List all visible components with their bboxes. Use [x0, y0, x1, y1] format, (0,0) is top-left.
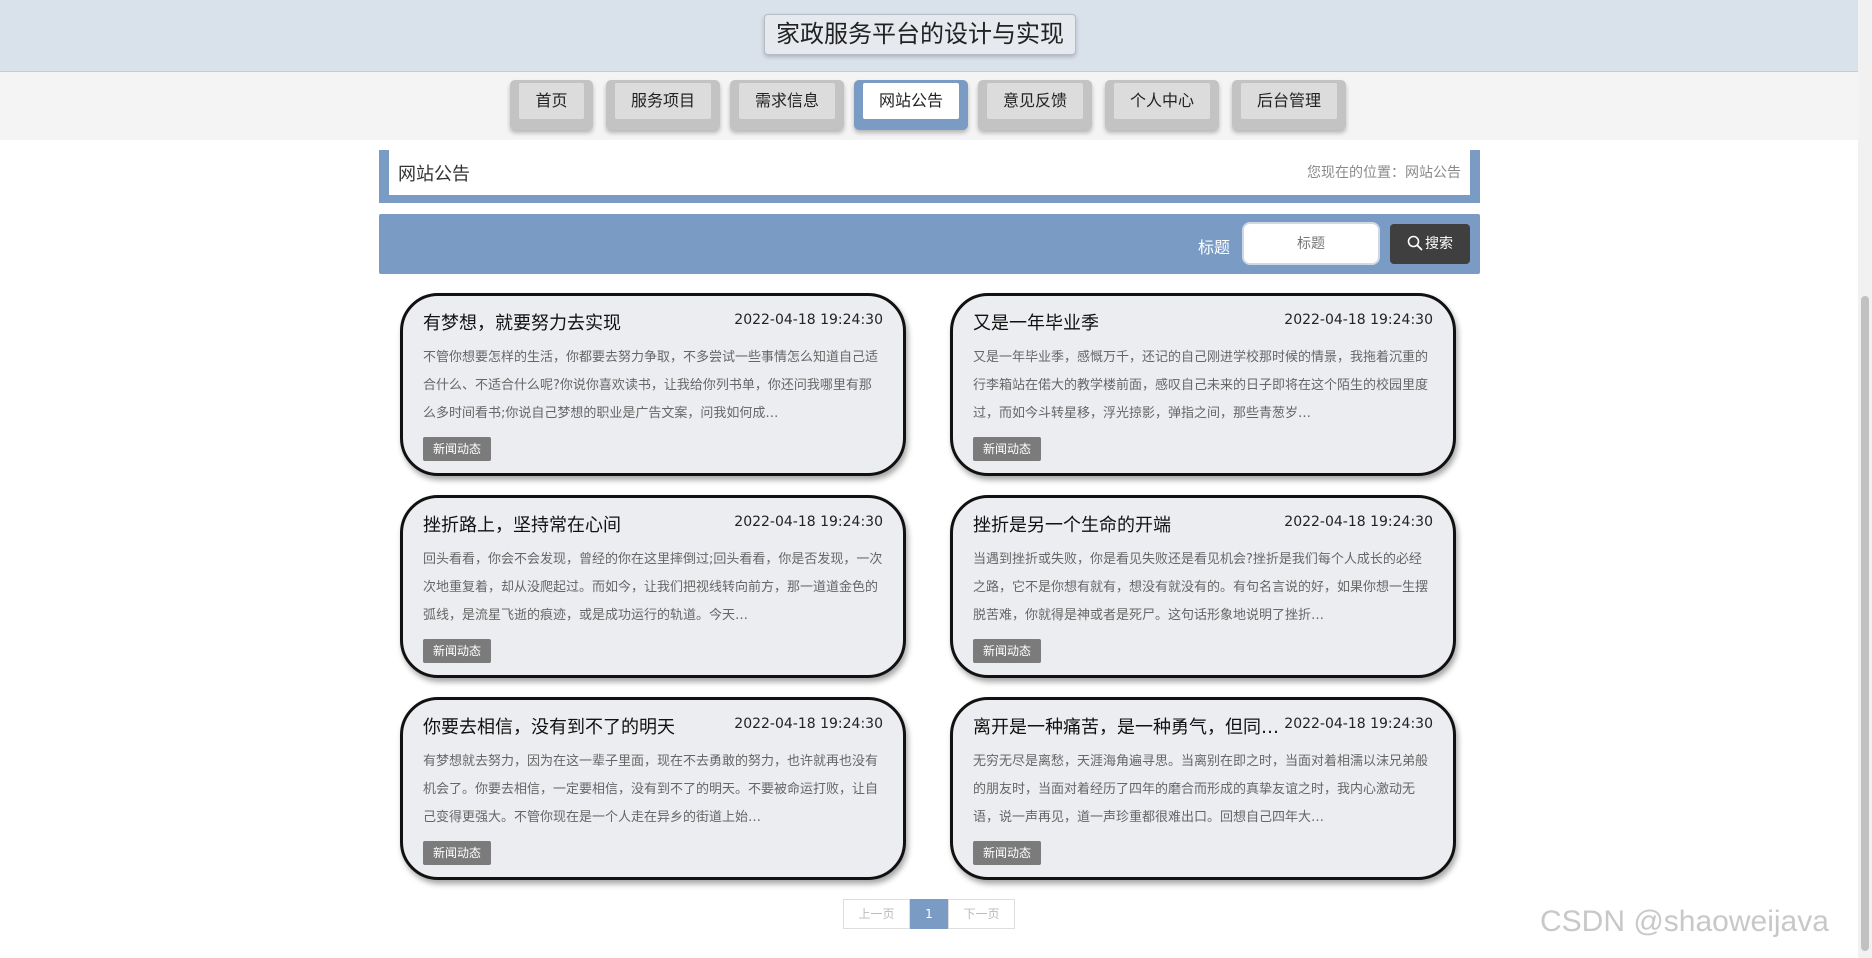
nav-item-label: 个人中心 [1114, 83, 1210, 119]
notice-summary: 当遇到挫折或失败，你是看见失败还是看见机会?挫折是我们每个人成长的必经之路，它不… [973, 552, 1429, 623]
next-page-button[interactable]: 下一页 [948, 899, 1015, 929]
prev-page-button[interactable]: 上一页 [843, 899, 910, 929]
notice-card[interactable]: 又是一年毕业季 2022-04-18 19:24:30 又是一年毕业季，感慨万千… [950, 293, 1456, 476]
watermark: CSDN @shaoweijava [1540, 905, 1829, 938]
main-nav: 首页 服务项目 需求信息 网站公告 意见反馈 个人中心 后台管理 [0, 72, 1858, 140]
page-title: 网站公告 [398, 164, 470, 185]
notice-title[interactable]: 你要去相信，没有到不了的明天 [423, 713, 743, 739]
nav-item-admin[interactable]: 后台管理 [1232, 80, 1346, 130]
nav-item-label: 后台管理 [1241, 83, 1337, 119]
notice-tag[interactable]: 新闻动态 [423, 639, 492, 663]
nav-item-label: 服务项目 [615, 83, 711, 119]
notice-summary: 不管你想要怎样的生活，你都要去努力争取，不多尝试一些事情怎么知道自己适合什么、不… [423, 350, 879, 421]
vertical-scrollbar[interactable] [1858, 0, 1872, 958]
notice-tag[interactable]: 新闻动态 [973, 841, 1042, 865]
site-title: 家政服务平台的设计与实现 [764, 14, 1076, 55]
notice-tag[interactable]: 新闻动态 [973, 437, 1042, 461]
nav-item-label: 意见反馈 [987, 83, 1083, 119]
notice-title[interactable]: 挫折是另一个生命的开端 [973, 511, 1293, 537]
notice-summary: 又是一年毕业季，感慨万千，还记的自己刚进学校那时候的情景，我拖着沉重的行李箱站在… [973, 350, 1429, 421]
notice-title[interactable]: 离开是一种痛苦，是一种勇气，但同样… [973, 713, 1293, 739]
notice-tag[interactable]: 新闻动态 [423, 841, 492, 865]
nav-item-label: 网站公告 [863, 83, 959, 119]
search-bar: 标题 搜索 [379, 214, 1480, 274]
nav-item-home[interactable]: 首页 [510, 80, 593, 130]
notice-title[interactable]: 有梦想，就要努力去实现 [423, 309, 743, 335]
notice-summary: 有梦想就去努力，因为在这一辈子里面，现在不去勇敢的努力，也许就再也没有机会了。你… [423, 754, 879, 825]
nav-item-demands[interactable]: 需求信息 [730, 80, 844, 130]
page-1-button[interactable]: 1 [910, 899, 948, 929]
notice-tag[interactable]: 新闻动态 [423, 437, 492, 461]
search-label: 标题 [1198, 238, 1231, 257]
notice-title[interactable]: 挫折路上，坚持常在心间 [423, 511, 743, 537]
nav-item-announcements[interactable]: 网站公告 [854, 80, 968, 130]
notice-summary: 回头看看，你会不会发现，曾经的你在这里摔倒过;回头看看，你是否发现，一次次地重复… [423, 552, 883, 623]
search-icon [1407, 235, 1423, 251]
scrollbar-thumb[interactable] [1861, 296, 1869, 951]
search-button[interactable]: 搜索 [1390, 224, 1470, 264]
notice-date: 2022-04-18 19:24:30 [1284, 514, 1433, 530]
notice-date: 2022-04-18 19:24:30 [734, 312, 883, 328]
notice-card[interactable]: 有梦想，就要努力去实现 2022-04-18 19:24:30 不管你想要怎样的… [400, 293, 906, 476]
notice-title[interactable]: 又是一年毕业季 [973, 309, 1293, 335]
breadcrumb: 网站公告 您现在的位置：网站公告 [379, 150, 1480, 203]
notice-tag[interactable]: 新闻动态 [973, 639, 1042, 663]
notice-card[interactable]: 离开是一种痛苦，是一种勇气，但同样… 2022-04-18 19:24:30 无… [950, 697, 1456, 880]
site-header: 家政服务平台的设计与实现 [0, 0, 1858, 72]
nav-item-label: 首页 [519, 83, 584, 119]
pagination: 上一页 1 下一页 [843, 899, 1015, 929]
search-button-label: 搜索 [1425, 236, 1453, 252]
nav-item-services[interactable]: 服务项目 [606, 80, 720, 130]
notice-card[interactable]: 你要去相信，没有到不了的明天 2022-04-18 19:24:30 有梦想就去… [400, 697, 906, 880]
nav-item-profile[interactable]: 个人中心 [1105, 80, 1219, 130]
notice-date: 2022-04-18 19:24:30 [1284, 312, 1433, 328]
notice-date: 2022-04-18 19:24:30 [1284, 716, 1433, 732]
notice-card[interactable]: 挫折是另一个生命的开端 2022-04-18 19:24:30 当遇到挫折或失败… [950, 495, 1456, 678]
nav-item-feedback[interactable]: 意见反馈 [978, 80, 1092, 130]
nav-item-label: 需求信息 [739, 83, 835, 119]
notice-card[interactable]: 挫折路上，坚持常在心间 2022-04-18 19:24:30 回头看看，你会不… [400, 495, 906, 678]
search-input[interactable] [1242, 222, 1380, 265]
notice-summary: 无穷无尽是离愁，天涯海角遍寻思。当离别在即之时，当面对着相濡以沫兄弟般的朋友时，… [973, 754, 1429, 825]
notice-date: 2022-04-18 19:24:30 [734, 514, 883, 530]
current-location: 您现在的位置：网站公告 [1307, 165, 1461, 181]
notice-date: 2022-04-18 19:24:30 [734, 716, 883, 732]
